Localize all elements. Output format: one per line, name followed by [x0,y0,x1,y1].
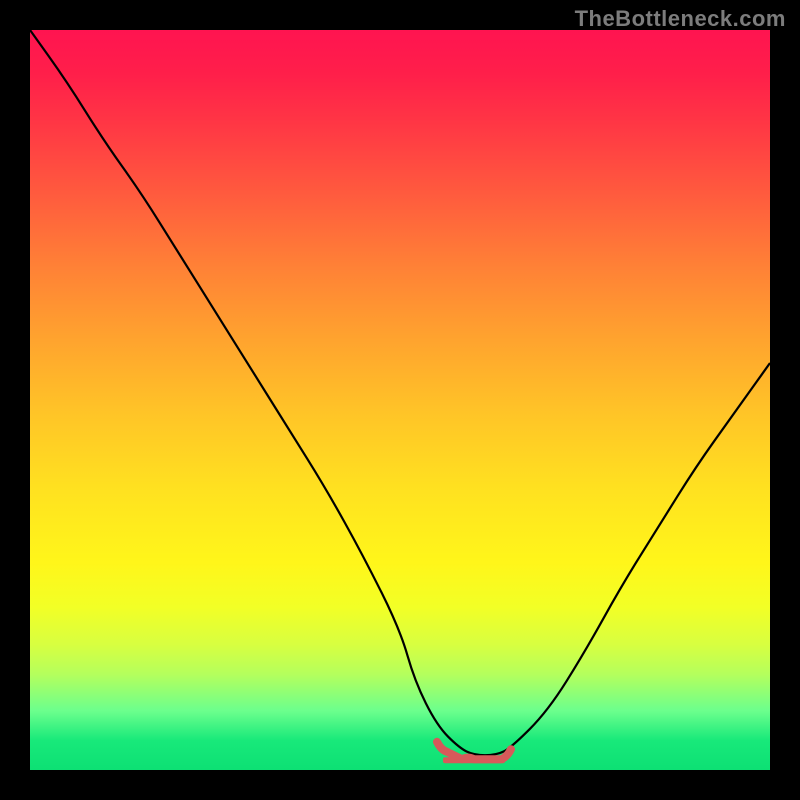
chart-frame: TheBottleneck.com [0,0,800,800]
optimal-zone-bar [443,757,505,763]
optimal-zone-marker [437,742,511,759]
plot-area [30,30,770,770]
watermark-label: TheBottleneck.com [575,6,786,32]
marker-layer [30,30,770,770]
